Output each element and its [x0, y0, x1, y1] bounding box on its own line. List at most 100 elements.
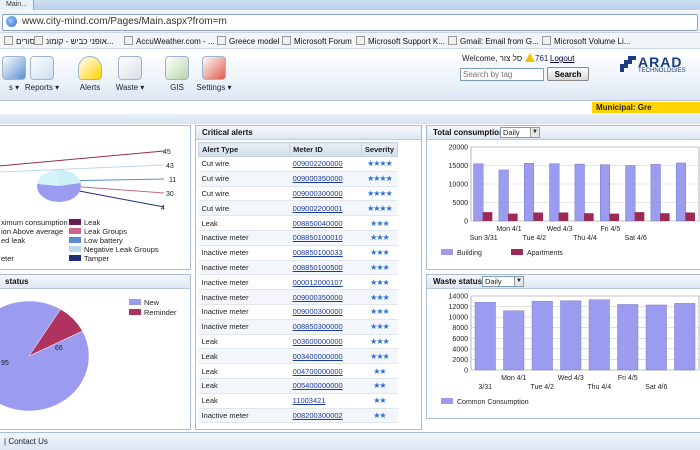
table-row[interactable]: Inactive meter 008850300000 ★★★: [198, 319, 398, 335]
bar[interactable]: [660, 213, 670, 221]
bar[interactable]: [645, 304, 667, 371]
meter-id-link[interactable]: 004700000000: [293, 367, 343, 376]
bar[interactable]: [650, 164, 661, 222]
waste-status-period-select[interactable]: Daily ▼: [482, 276, 524, 287]
browser-tab[interactable]: Main...: [0, 0, 35, 10]
bar[interactable]: [533, 212, 543, 221]
meter-id-link[interactable]: 008200300002: [293, 411, 343, 420]
bar[interactable]: [558, 212, 569, 221]
bar[interactable]: [531, 301, 553, 371]
column-header-meter-id[interactable]: Meter ID: [289, 142, 362, 157]
meter-id-link[interactable]: 008850300000: [293, 322, 343, 331]
settings-wrench-icon[interactable]: [202, 56, 226, 80]
meter-id-link[interactable]: 008850100033: [293, 248, 343, 257]
bar[interactable]: [675, 162, 687, 222]
reports-icon[interactable]: [30, 56, 54, 80]
table-row[interactable]: Inactive meter 008850100033 ★★★: [198, 245, 398, 261]
favorite-link[interactable]: אופני כביש - קומונ...: [34, 36, 114, 46]
favorite-link[interactable]: AccuWeather.com - ...: [124, 36, 215, 46]
table-row[interactable]: Cut wire 009002200000 ★★★★: [198, 156, 398, 172]
waste-gauge-icon[interactable]: [118, 56, 142, 80]
alert-icon[interactable]: [78, 56, 102, 80]
search-input[interactable]: [460, 68, 544, 81]
contact-us-label[interactable]: Contact Us: [8, 437, 48, 446]
bar[interactable]: [599, 164, 611, 222]
table-row[interactable]: Inactive meter 009000300000 ★★★: [198, 304, 398, 320]
status-panel: status 95 66 New Reminder: [0, 274, 191, 430]
table-row[interactable]: Inactive meter 008200300002 ★★: [198, 408, 398, 424]
toolbar-item[interactable]: Waste ▾: [108, 56, 152, 92]
bar[interactable]: [574, 163, 585, 222]
chevron-down-icon[interactable]: ▼: [530, 128, 539, 137]
logout-link[interactable]: Logout: [550, 54, 574, 63]
table-row[interactable]: Cut wire 009002200001 ★★★★: [198, 200, 398, 217]
bar[interactable]: [625, 165, 636, 222]
search-button[interactable]: Search: [547, 67, 589, 81]
severity-stars: ★★★: [361, 304, 398, 320]
bar[interactable]: [549, 163, 560, 222]
gis-map-icon[interactable]: [165, 56, 189, 80]
alert-count[interactable]: 761: [535, 54, 548, 63]
table-row[interactable]: Leak 003600000000 ★★★: [198, 334, 398, 350]
favorite-link[interactable]: Greece model: [217, 36, 279, 46]
meter-id-link[interactable]: 000012000107: [293, 278, 343, 287]
toolbar-item[interactable]: Settings ▾: [192, 56, 236, 92]
meter-id-cell: 004700000000: [289, 363, 362, 379]
table-row[interactable]: Leak 005400000000 ★★: [198, 378, 398, 394]
bar[interactable]: [634, 212, 645, 221]
bar[interactable]: [617, 304, 639, 371]
meter-id-link[interactable]: 005400000000: [293, 381, 343, 390]
favorite-link[interactable]: Microsoft Forum: [282, 36, 352, 46]
bar[interactable]: [498, 169, 509, 222]
meter-id-link[interactable]: 009002200000: [293, 159, 343, 168]
table-row[interactable]: Leak 004700000000 ★★: [198, 363, 398, 379]
meter-id-link[interactable]: 003400000000: [293, 352, 343, 361]
total-consumption-period-select[interactable]: Daily ▼: [500, 127, 540, 138]
table-row[interactable]: Inactive meter 008850100500 ★★★: [198, 260, 398, 276]
meter-id-link[interactable]: 008850040000: [293, 219, 343, 228]
bar[interactable]: [609, 213, 619, 221]
bar[interactable]: [474, 302, 496, 371]
table-row[interactable]: Leak 003400000000 ★★★: [198, 348, 398, 365]
bar[interactable]: [508, 213, 518, 221]
favorite-link[interactable]: Gmail: Email from G...: [448, 36, 539, 46]
meter-id-link[interactable]: 009000300000: [293, 307, 343, 316]
meter-id-link[interactable]: 008850100500: [293, 263, 343, 272]
table-row[interactable]: Leak 008850040000 ★★★: [198, 215, 398, 231]
table-row[interactable]: Leak 11003421 ★★: [198, 393, 398, 409]
table-row[interactable]: Inactive meter 008850100010 ★★★: [198, 230, 398, 246]
table-row[interactable]: Inactive meter 000012000107 ★★★: [198, 274, 398, 291]
legend-swatch: [129, 309, 141, 315]
pie-slice[interactable]: [0, 300, 90, 412]
table-row[interactable]: Cut wire 009000350000 ★★★★: [198, 171, 398, 187]
bar[interactable]: [503, 310, 525, 371]
meter-id-link[interactable]: 009000350000: [293, 174, 343, 183]
toolbar-item[interactable]: Reports ▾: [20, 56, 64, 92]
bar[interactable]: [674, 303, 696, 371]
meter-id-link[interactable]: 003600000000: [293, 337, 343, 346]
column-header-alert-type[interactable]: Alert Type: [197, 142, 291, 157]
bar[interactable]: [473, 163, 484, 222]
bar[interactable]: [588, 299, 610, 371]
favorite-link[interactable]: Microsoft Volume Li...: [542, 36, 630, 46]
bar[interactable]: [560, 300, 582, 371]
warning-icon[interactable]: [525, 53, 535, 62]
bar[interactable]: [685, 212, 695, 221]
meter-id-link[interactable]: 009000350000: [293, 293, 343, 302]
toolbar-item[interactable]: Alerts: [68, 56, 112, 92]
table-row[interactable]: Cut wire 009000300000 ★★★★: [198, 186, 398, 202]
table-row[interactable]: Inactive meter 009000350000 ★★★: [198, 289, 398, 305]
chevron-down-icon[interactable]: ▼: [514, 277, 523, 286]
url-text[interactable]: www.city-mind.com/Pages/Main.aspx?from=m: [22, 16, 227, 27]
contact-us-link[interactable]: | Contact Us: [4, 437, 48, 446]
favorite-link[interactable]: Microsoft Support K...: [356, 36, 445, 46]
meter-id-link[interactable]: 008850100010: [293, 233, 343, 242]
meter-id-link[interactable]: 11003421: [293, 396, 326, 405]
bar[interactable]: [523, 163, 535, 222]
bar[interactable]: [482, 212, 493, 221]
bar[interactable]: [584, 213, 594, 221]
meter-id-link[interactable]: 009000300000: [293, 189, 343, 198]
favorite-link[interactable]: סורים: [4, 36, 35, 46]
meter-id-link[interactable]: 009002200001: [293, 204, 343, 213]
column-header-severity[interactable]: Severity: [360, 142, 399, 157]
